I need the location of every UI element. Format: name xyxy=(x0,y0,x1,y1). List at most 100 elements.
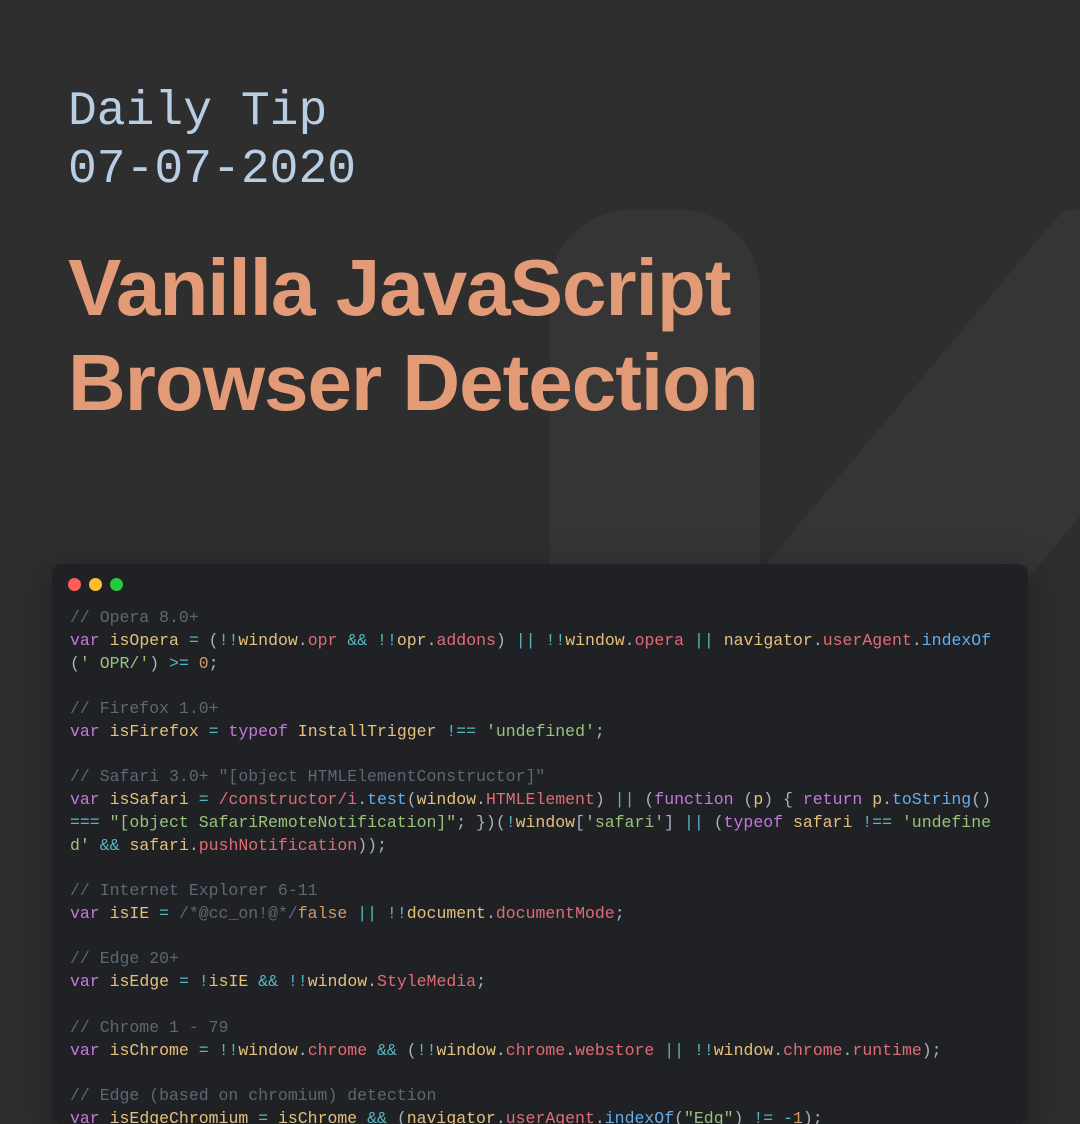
kw: function xyxy=(654,790,733,809)
punc: ] xyxy=(664,813,674,832)
punc: [ xyxy=(575,813,585,832)
punc: ; xyxy=(932,1041,942,1060)
punc: . xyxy=(427,631,437,650)
punc: . xyxy=(912,631,922,650)
var: p xyxy=(753,790,763,809)
punc: . xyxy=(496,1041,506,1060)
var: isFirefox xyxy=(110,722,199,741)
punc: ; xyxy=(209,654,219,673)
prop: userAgent xyxy=(506,1109,595,1124)
var: isChrome xyxy=(110,1041,189,1060)
punc: ( xyxy=(971,790,981,809)
comment-edge-chromium: // Edge (based on chromium) detection xyxy=(70,1086,436,1105)
title-line-2: Browser Detection xyxy=(68,338,758,427)
kw: var xyxy=(70,972,100,991)
punc: ) xyxy=(734,1109,744,1124)
op: !! xyxy=(219,1041,239,1060)
op: ! xyxy=(199,972,209,991)
op: = xyxy=(179,972,189,991)
var: window xyxy=(308,972,367,991)
kw: var xyxy=(70,790,100,809)
prop: pushNotification xyxy=(199,836,357,855)
op: !! xyxy=(545,631,565,650)
var: window xyxy=(714,1041,773,1060)
op: || xyxy=(516,631,536,650)
op: = xyxy=(199,1041,209,1060)
prop: webstore xyxy=(575,1041,654,1060)
punc: ) xyxy=(981,790,991,809)
code-block: // Opera 8.0+ var isOpera = (!!window.op… xyxy=(52,599,1028,1124)
punc: . xyxy=(565,1041,575,1060)
punc: ) xyxy=(595,790,605,809)
punc: ( xyxy=(70,654,80,673)
var: isChrome xyxy=(278,1109,357,1124)
op: && xyxy=(347,631,367,650)
eyebrow-line-2: 07-07-2020 xyxy=(68,143,356,197)
op: && xyxy=(258,972,278,991)
punc: ; xyxy=(595,722,605,741)
op: = xyxy=(199,790,209,809)
regex: /constructor/i xyxy=(219,790,358,809)
punc: } xyxy=(476,813,486,832)
var: InstallTrigger xyxy=(298,722,437,741)
num: 0 xyxy=(199,654,209,673)
fn: indexOf xyxy=(605,1109,674,1124)
prop: documentMode xyxy=(496,904,615,923)
punc: . xyxy=(476,790,486,809)
prop: StyleMedia xyxy=(377,972,476,991)
punc: . xyxy=(357,790,367,809)
comment-edge: // Edge 20+ xyxy=(70,949,179,968)
comment-safari: // Safari 3.0+ "[object HTMLElementConst… xyxy=(70,767,545,786)
punc: . xyxy=(773,1041,783,1060)
punc: ( xyxy=(407,790,417,809)
op: !! xyxy=(387,904,407,923)
eyebrow-line-1: Daily Tip xyxy=(68,85,327,139)
punc: ) xyxy=(357,836,367,855)
op: !! xyxy=(377,631,397,650)
punc: ) xyxy=(763,790,773,809)
punc: ) xyxy=(496,631,506,650)
op: !! xyxy=(219,631,239,650)
fn: test xyxy=(367,790,407,809)
var: window xyxy=(238,1041,297,1060)
header: Daily Tip 07-07-2020 Vanilla JavaScript … xyxy=(68,84,758,430)
str: "Edg" xyxy=(684,1109,734,1124)
op: !! xyxy=(694,1041,714,1060)
op: || xyxy=(694,631,714,650)
kw: typeof xyxy=(228,722,287,741)
prop: addons xyxy=(436,631,495,650)
punc: . xyxy=(189,836,199,855)
punc: . xyxy=(882,790,892,809)
window-controls xyxy=(52,564,1028,599)
window-close-dot xyxy=(68,578,81,591)
punc: . xyxy=(298,631,308,650)
var: isIE xyxy=(209,972,249,991)
comment-opera: // Opera 8.0+ xyxy=(70,608,199,627)
comment: /*@cc_on!@*/ xyxy=(179,904,298,923)
prop: opera xyxy=(635,631,685,650)
op: !== xyxy=(862,813,892,832)
window-minimize-dot xyxy=(89,578,102,591)
str: ' OPR/' xyxy=(80,654,149,673)
punc: . xyxy=(813,631,823,650)
punc: ( xyxy=(644,790,654,809)
op: || xyxy=(615,790,635,809)
op: ! xyxy=(506,813,516,832)
op: = xyxy=(189,631,199,650)
op: !! xyxy=(417,1041,437,1060)
var: document xyxy=(407,904,486,923)
var: window xyxy=(436,1041,495,1060)
var: p xyxy=(872,790,882,809)
punc: ) xyxy=(367,836,377,855)
prop: HTMLElement xyxy=(486,790,595,809)
code-window: // Opera 8.0+ var isOpera = (!!window.op… xyxy=(52,564,1028,1124)
kw: typeof xyxy=(724,813,783,832)
op: = xyxy=(209,722,219,741)
var: navigator xyxy=(724,631,813,650)
punc: ( xyxy=(714,813,724,832)
comment-chrome: // Chrome 1 - 79 xyxy=(70,1018,228,1037)
punc: . xyxy=(496,1109,506,1124)
punc: ) xyxy=(803,1109,813,1124)
window-zoom-dot xyxy=(110,578,123,591)
punc: ) xyxy=(486,813,496,832)
